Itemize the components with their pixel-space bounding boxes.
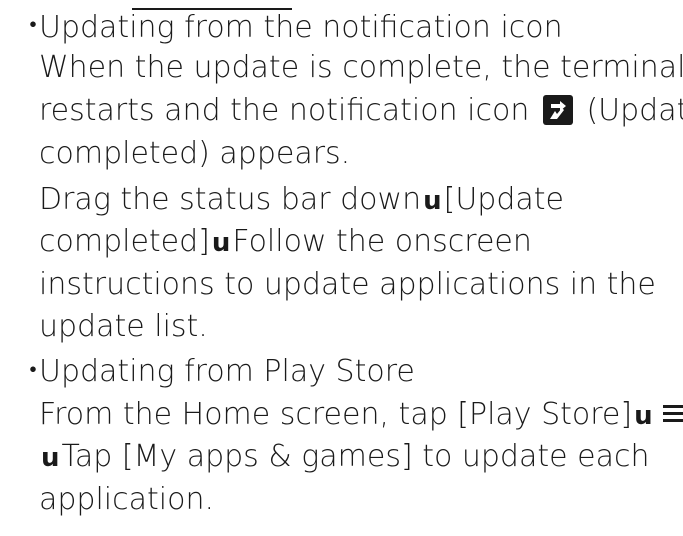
paragraph-line: When the update is complete, the termina… [39,50,683,85]
paragraph-line: restarts and the notification icon (Upda… [39,91,683,131]
step-arrow-icon: u [211,228,231,258]
paragraph-line: Drag the status bar downu[Update [39,180,564,221]
paragraph-line: application. [39,482,215,517]
paragraph-line: completed) appears. [39,136,351,171]
text-fragment: restarts and the notification icon [39,93,530,128]
text-fragment: Follow the onscreen [232,224,532,259]
step-arrow-icon: u [423,186,442,216]
text-fragment: From the Home screen, tap [Play Store] [39,397,633,432]
paragraph-line: From the Home screen, tap [Play Store]u [39,395,683,436]
section-heading: Updating from the notification icon [39,10,563,45]
text-fragment: (Update [586,93,683,128]
text-fragment: completed] [39,224,210,259]
text-fragment: Drag the status bar down [39,182,422,217]
section-heading: Updating from Play Store [39,354,415,389]
step-arrow-icon: u [634,401,653,431]
paragraph-line: completed]uFollow the onscreen [39,222,532,263]
step-arrow-icon: u [41,443,60,473]
paragraph-line: update list. [39,309,208,344]
text-fragment: Tap [My apps & games] to update each [61,439,650,474]
update-completed-icon [542,95,573,125]
paragraph-line: uTap [My apps & games] to update each [39,437,649,478]
text-fragment: [Update [443,182,564,217]
hamburger-menu-icon [661,399,683,429]
paragraph-line: instructions to update applications in t… [39,267,656,302]
manual-page: ・ Updating from the notification icon Wh… [0,0,683,536]
